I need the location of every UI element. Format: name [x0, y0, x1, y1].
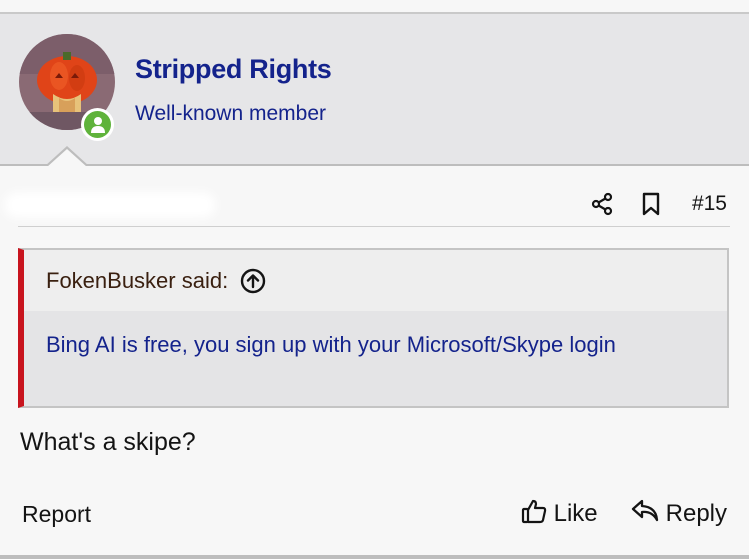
redacted-date: [4, 192, 216, 218]
quote-header: FokenBusker said:: [24, 250, 727, 311]
thumbs-up-icon: [520, 497, 548, 532]
post-message: What's a skipe?: [20, 428, 196, 456]
quote-text: Bing AI is free, you sign up with your M…: [24, 311, 727, 406]
share-icon[interactable]: [590, 192, 614, 216]
post-actions: #15: [590, 186, 727, 222]
quote-block: FokenBusker said: Bing AI is free, you s…: [18, 248, 729, 408]
bookmark-icon[interactable]: [640, 191, 662, 217]
avatar-container[interactable]: [19, 34, 115, 141]
post-header-divider: [18, 226, 730, 227]
online-status: [81, 108, 114, 141]
report-link[interactable]: Report: [22, 501, 91, 528]
bottom-divider: [0, 555, 749, 559]
message-pointer: [47, 149, 87, 167]
online-status-icon: [84, 111, 111, 138]
reply-arrow-icon: [630, 498, 660, 531]
reaction-buttons: Like Reply: [520, 497, 727, 532]
arrow-up-circle-icon[interactable]: [240, 268, 266, 294]
quote-author[interactable]: FokenBusker said:: [46, 268, 228, 294]
post-footer: Report Like Reply: [22, 496, 727, 532]
reply-label: Reply: [665, 500, 727, 527]
user-title: Well-known member: [135, 102, 326, 125]
username-link[interactable]: Stripped Rights: [135, 54, 332, 85]
post-number-link[interactable]: #15: [692, 192, 727, 216]
like-label: Like: [553, 500, 598, 527]
user-info-bar: Stripped Rights Well-known member: [0, 14, 749, 166]
like-button[interactable]: Like: [520, 497, 598, 532]
reply-button[interactable]: Reply: [630, 498, 727, 531]
